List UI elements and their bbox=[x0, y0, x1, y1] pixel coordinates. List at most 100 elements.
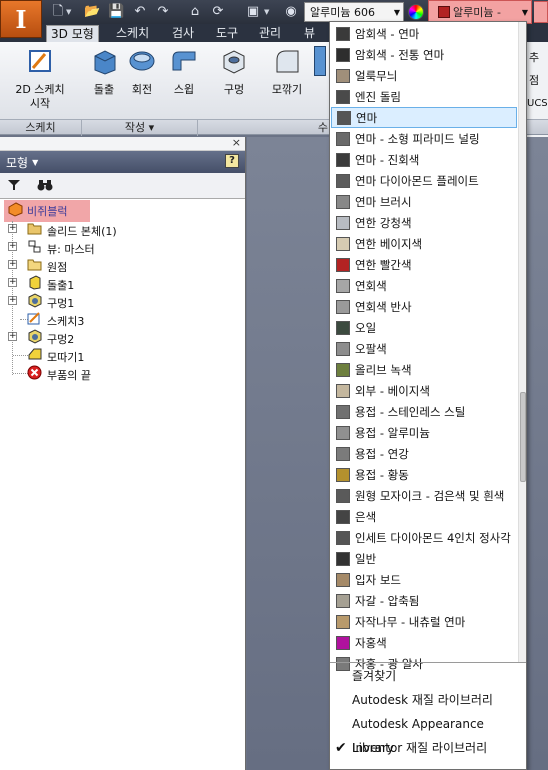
appearance-item[interactable]: 용접 - 황동 bbox=[331, 464, 517, 485]
select-dropdown-caret[interactable]: ▼ bbox=[264, 4, 272, 20]
tree-item-sketch3[interactable]: 스케치3 bbox=[0, 310, 246, 328]
home-icon[interactable]: ⌂ bbox=[187, 4, 203, 20]
library-item[interactable]: ✔ Inventor 재질 라이브러리 bbox=[330, 736, 526, 760]
appearance-item[interactable]: 연회색 반사 bbox=[331, 296, 517, 317]
tree-root-row[interactable]: 비쥐블럭 bbox=[0, 200, 246, 222]
expand-icon[interactable]: + bbox=[8, 278, 17, 287]
appearance-item[interactable]: 입자 보드 bbox=[331, 569, 517, 590]
appearance-swatch bbox=[336, 152, 350, 167]
undo-icon[interactable]: ↶ bbox=[132, 4, 148, 20]
appearance-swatch bbox=[336, 194, 350, 209]
expand-icon[interactable]: + bbox=[8, 224, 17, 233]
more-tools-button[interactable] bbox=[314, 46, 328, 76]
revolve-button[interactable]: 회전 bbox=[122, 46, 162, 97]
tab-3d-model[interactable]: 3D 모형 bbox=[46, 25, 99, 42]
tree-item-origin[interactable]: + 원점 bbox=[0, 256, 246, 274]
find-binoculars-icon[interactable] bbox=[37, 178, 53, 192]
appearance-item[interactable]: 자작나무 - 내츄럴 연마 bbox=[331, 611, 517, 632]
appearance-item[interactable]: 용접 - 연강 bbox=[331, 443, 517, 464]
expand-icon[interactable]: + bbox=[8, 296, 17, 305]
appearance-item[interactable]: 연마 - 진회색 bbox=[331, 149, 517, 170]
update-icon[interactable]: ⟳ bbox=[210, 4, 226, 20]
appearance-item[interactable]: 연한 베이지색 bbox=[331, 233, 517, 254]
extrude-button[interactable]: 돌출 bbox=[84, 46, 124, 97]
appearance-item[interactable]: 오일 bbox=[331, 317, 517, 338]
appearance-item[interactable]: 연한 강청색 bbox=[331, 212, 517, 233]
appearance-item[interactable]: 인세트 다이아몬드 4인치 정사각 bbox=[331, 527, 517, 548]
browser-header[interactable]: 모형 ▼ ? bbox=[0, 151, 245, 173]
appearance-item-label: 입자 보드 bbox=[355, 572, 401, 587]
scrollbar[interactable] bbox=[518, 22, 526, 662]
appearance-item[interactable]: 외부 - 베이지색 bbox=[331, 380, 517, 401]
select-icon[interactable]: ▣ bbox=[245, 4, 261, 20]
panel-modify[interactable]: 수 bbox=[198, 120, 330, 136]
appearance-swatch bbox=[336, 26, 350, 41]
tree-item-chamfer1[interactable]: 모따기1 bbox=[0, 346, 246, 364]
panel-create[interactable]: 작성 ▾ bbox=[82, 120, 198, 136]
new-file-icon[interactable]: 🗋 bbox=[50, 4, 66, 20]
appearance-item[interactable]: 암회색 - 연마 bbox=[331, 23, 517, 44]
right-edge-label-1: 추 bbox=[529, 51, 540, 64]
library-item[interactable]: 즐겨찾기 bbox=[330, 664, 526, 688]
tree-item-extrude1[interactable]: + 돌출1 bbox=[0, 274, 246, 292]
tree-item-solid-bodies[interactable]: + 솔리드 본체(1) bbox=[0, 220, 246, 238]
appearance-swatch bbox=[336, 278, 350, 293]
appearance-item[interactable]: 원형 모자이크 - 검은색 및 흰색 bbox=[331, 485, 517, 506]
scrollbar-thumb[interactable] bbox=[520, 392, 526, 482]
expand-icon[interactable]: + bbox=[8, 260, 17, 269]
appearance-item[interactable]: 올리브 녹색 bbox=[331, 359, 517, 380]
tab-inspect[interactable]: 검사 bbox=[168, 25, 198, 42]
appearance-item-label: 외부 - 베이지색 bbox=[355, 383, 430, 398]
appearance-swatch bbox=[336, 89, 350, 104]
tree-item-hole2[interactable]: + 구멍2 bbox=[0, 328, 246, 346]
appearance-item[interactable]: 용접 - 스테인레스 스틸 bbox=[331, 401, 517, 422]
new-dropdown-caret[interactable]: ▼ bbox=[66, 4, 74, 20]
appearance-item[interactable]: 연마 bbox=[331, 107, 517, 128]
chevron-down-icon[interactable]: ▼ bbox=[32, 158, 38, 167]
appearance-item[interactable]: 연마 - 소형 피라미드 널링 bbox=[331, 128, 517, 149]
appearance-item-label: 연마 - 소형 피라미드 널링 bbox=[355, 131, 480, 146]
save-icon[interactable]: 💾 bbox=[108, 4, 124, 20]
hole-button[interactable]: 구멍 bbox=[214, 46, 254, 97]
appearance-item[interactable]: 오팔색 bbox=[331, 338, 517, 359]
appearance-item[interactable]: 자홍색 bbox=[331, 632, 517, 653]
material-icon[interactable]: ◉ bbox=[283, 4, 299, 20]
sweep-button[interactable]: 스윕 bbox=[164, 46, 204, 97]
appearance-item[interactable]: 용접 - 알루미늄 bbox=[331, 422, 517, 443]
appearance-item[interactable]: 연회색 bbox=[331, 275, 517, 296]
open-icon[interactable]: 📂 bbox=[84, 4, 100, 20]
appearance-item-label: 엔진 돌림 bbox=[355, 89, 401, 104]
appearance-swatch bbox=[336, 509, 350, 524]
appearance-item[interactable]: 암회색 - 전통 연마 bbox=[331, 44, 517, 65]
appearance-item[interactable]: 자갈 - 압축됨 bbox=[331, 590, 517, 611]
appearance-item[interactable]: 연마 다이아몬드 플레이트 bbox=[331, 170, 517, 191]
appearance-item[interactable]: 은색 bbox=[331, 506, 517, 527]
close-icon[interactable]: × bbox=[232, 136, 241, 149]
color-wheel-icon[interactable] bbox=[408, 4, 424, 20]
tree-item-end-of-part[interactable]: 부품의 끝 bbox=[0, 364, 246, 382]
application-menu-button[interactable]: I bbox=[0, 0, 42, 38]
help-icon[interactable]: ? bbox=[225, 154, 239, 168]
appearance-override-button[interactable] bbox=[534, 1, 548, 23]
appearance-item[interactable]: 연마 브러시 bbox=[331, 191, 517, 212]
appearance-item[interactable]: 일반 bbox=[331, 548, 517, 569]
filter-icon[interactable] bbox=[7, 178, 21, 192]
panel-sketch[interactable]: 스케치 bbox=[0, 120, 82, 136]
fillet-button[interactable]: 모깎기 bbox=[262, 46, 312, 97]
tab-tools[interactable]: 도구 bbox=[212, 25, 242, 42]
library-item[interactable]: Autodesk Appearance Library bbox=[330, 712, 526, 755]
material-select[interactable]: 알루미늄 606 ▼ bbox=[304, 2, 404, 22]
appearance-item[interactable]: 얼룩무늬 bbox=[331, 65, 517, 86]
start-2d-sketch-button[interactable]: 2D 스케치 시작 bbox=[6, 46, 74, 111]
tree-item-hole1[interactable]: + 구멍1 bbox=[0, 292, 246, 310]
tab-manage[interactable]: 관리 bbox=[255, 25, 285, 42]
redo-icon[interactable]: ↷ bbox=[155, 4, 171, 20]
tree-item-view-master[interactable]: + 뷰: 마스터 bbox=[0, 238, 246, 256]
tab-sketch[interactable]: 스케치 bbox=[112, 25, 153, 42]
appearance-item[interactable]: 연한 빨간색 bbox=[331, 254, 517, 275]
appearance-item[interactable]: 엔진 돌림 bbox=[331, 86, 517, 107]
library-item[interactable]: Autodesk 재질 라이브러리 bbox=[330, 688, 526, 712]
tab-view[interactable]: 뷰 bbox=[300, 25, 319, 42]
expand-icon[interactable]: + bbox=[8, 242, 17, 251]
expand-icon[interactable]: + bbox=[8, 332, 17, 341]
